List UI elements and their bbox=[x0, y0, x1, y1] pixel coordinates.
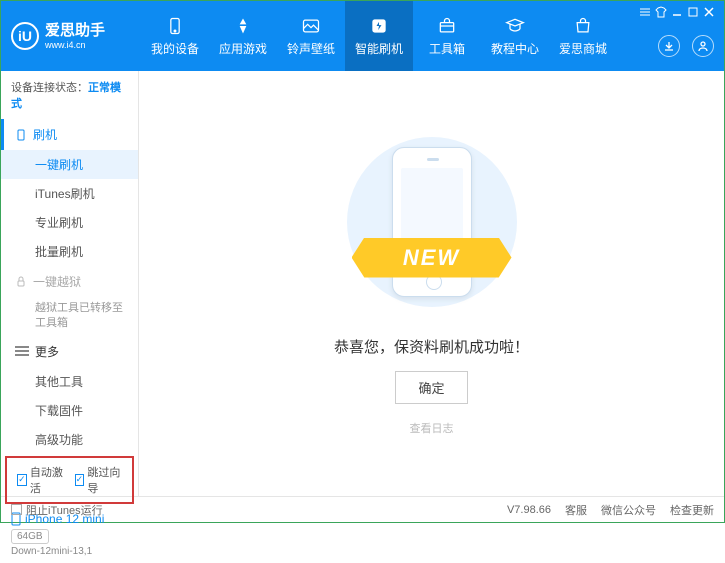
logo-icon: iU bbox=[11, 22, 39, 50]
close-icon[interactable] bbox=[702, 5, 716, 19]
section-more[interactable]: 更多 bbox=[1, 336, 138, 367]
flash-icon bbox=[369, 16, 389, 36]
sidebar-item-other-tools[interactable]: 其他工具 bbox=[1, 367, 138, 396]
version-label: V7.98.66 bbox=[507, 504, 551, 516]
maximize-icon[interactable] bbox=[686, 5, 700, 19]
footer-update[interactable]: 检查更新 bbox=[670, 502, 714, 518]
new-ribbon: NEW bbox=[352, 238, 512, 278]
options-highlight: ✓自动激活 ✓跳过向导 bbox=[5, 456, 134, 504]
checkbox-icon: ✓ bbox=[17, 474, 27, 486]
tutorial-icon bbox=[505, 16, 525, 36]
more-icon bbox=[15, 346, 29, 356]
checkbox-icon: ✓ bbox=[75, 474, 85, 486]
footer-service[interactable]: 客服 bbox=[565, 502, 587, 518]
view-log-link[interactable]: 查看日志 bbox=[410, 420, 454, 436]
nav-tabs: 我的设备 应用游戏 铃声壁纸 智能刷机 工具箱 教程中心 爱思商城 bbox=[141, 1, 617, 71]
app-title: 爱思助手 bbox=[45, 22, 105, 40]
download-icon[interactable] bbox=[658, 35, 680, 57]
wallpaper-icon bbox=[301, 16, 321, 36]
sidebar: 设备连接状态：正常模式 刷机 一键刷机 iTunes刷机 专业刷机 批量刷机 一… bbox=[1, 71, 139, 496]
logo-area: iU 爱思助手 www.i4.cn bbox=[11, 22, 141, 51]
skin-icon[interactable] bbox=[654, 5, 668, 19]
storage-badge: 64GB bbox=[11, 529, 49, 544]
apps-icon bbox=[233, 16, 253, 36]
device-model: Down-12mini-13,1 bbox=[11, 546, 128, 557]
tab-ringtones[interactable]: 铃声壁纸 bbox=[277, 1, 345, 71]
footer-wechat[interactable]: 微信公众号 bbox=[601, 502, 656, 518]
section-jailbreak: 一键越狱 bbox=[1, 266, 138, 297]
tab-smart-flash[interactable]: 智能刷机 bbox=[345, 1, 413, 71]
tab-toolbox[interactable]: 工具箱 bbox=[413, 1, 481, 71]
main-content: NEW 恭喜您，保资料刷机成功啦！ 确定 查看日志 bbox=[139, 71, 724, 496]
lock-icon bbox=[15, 276, 27, 288]
tab-my-device[interactable]: 我的设备 bbox=[141, 1, 209, 71]
connection-status: 设备连接状态：正常模式 bbox=[1, 71, 138, 119]
app-header: iU 爱思助手 www.i4.cn 我的设备 应用游戏 铃声壁纸 智能刷机 工具… bbox=[1, 1, 724, 71]
confirm-button[interactable]: 确定 bbox=[395, 371, 467, 404]
jailbreak-note: 越狱工具已转移至工具箱 bbox=[1, 297, 138, 336]
menu-icon[interactable] bbox=[638, 5, 652, 19]
sidebar-item-oneclick-flash[interactable]: 一键刷机 bbox=[1, 150, 138, 179]
section-flash[interactable]: 刷机 bbox=[1, 119, 138, 150]
success-illustration: NEW bbox=[332, 132, 532, 312]
checkbox-empty-icon bbox=[11, 504, 22, 515]
sidebar-item-download-firmware[interactable]: 下载固件 bbox=[1, 396, 138, 425]
tab-tutorials[interactable]: 教程中心 bbox=[481, 1, 549, 71]
sidebar-item-advanced[interactable]: 高级功能 bbox=[1, 425, 138, 454]
checkbox-block-itunes[interactable]: 阻止iTunes运行 bbox=[11, 502, 103, 518]
sidebar-item-itunes-flash[interactable]: iTunes刷机 bbox=[1, 179, 138, 208]
device-icon bbox=[165, 16, 185, 36]
checkbox-auto-activate[interactable]: ✓自动激活 bbox=[17, 464, 65, 496]
tab-store[interactable]: 爱思商城 bbox=[549, 1, 617, 71]
store-icon bbox=[573, 16, 593, 36]
titlebar-controls bbox=[638, 5, 716, 19]
success-message: 恭喜您，保资料刷机成功啦！ bbox=[334, 336, 529, 357]
minimize-icon[interactable] bbox=[670, 5, 684, 19]
toolbox-icon bbox=[437, 16, 457, 36]
sidebar-item-batch-flash[interactable]: 批量刷机 bbox=[1, 237, 138, 266]
sidebar-item-pro-flash[interactable]: 专业刷机 bbox=[1, 208, 138, 237]
app-url: www.i4.cn bbox=[45, 40, 105, 51]
tab-apps-games[interactable]: 应用游戏 bbox=[209, 1, 277, 71]
checkbox-skip-guide[interactable]: ✓跳过向导 bbox=[75, 464, 123, 496]
user-icon[interactable] bbox=[692, 35, 714, 57]
